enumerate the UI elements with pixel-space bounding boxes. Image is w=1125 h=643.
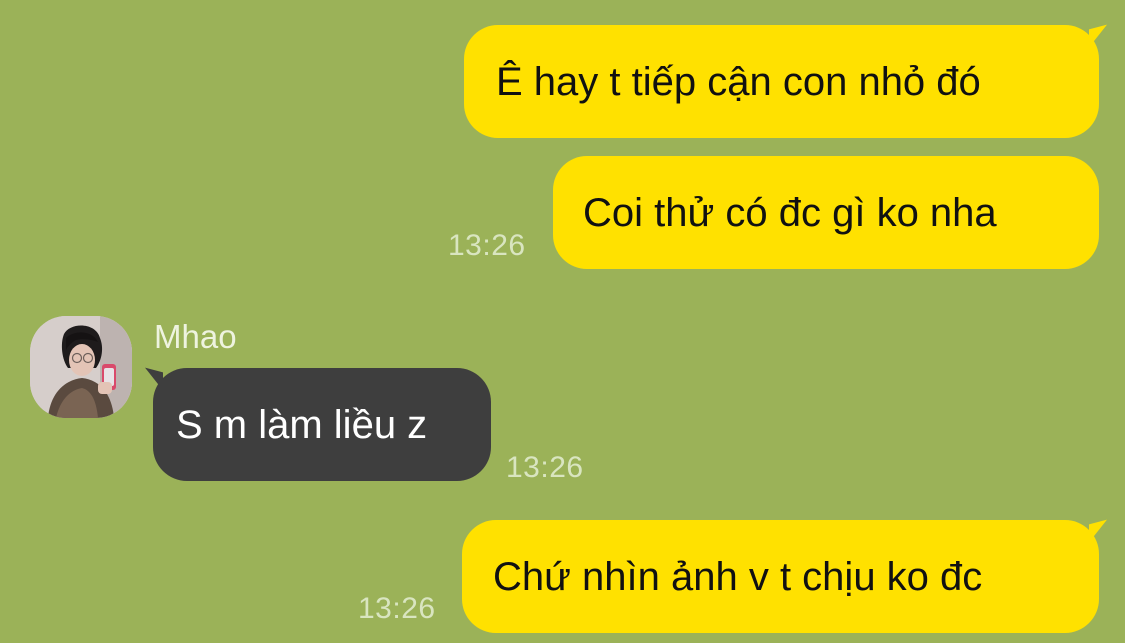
message-timestamp: 13:26 <box>358 592 436 625</box>
bubble-tail <box>1089 519 1107 543</box>
avatar-photo-icon <box>30 316 132 418</box>
message-timestamp: 13:26 <box>448 229 526 262</box>
message-text: S m làm liều z <box>176 402 428 447</box>
message-text: Coi thử có đc gì ko nha <box>583 190 997 235</box>
message-bubble-outgoing[interactable]: Ê hay t tiếp cận con nhỏ đó <box>464 24 1107 138</box>
bubble-tail <box>145 367 163 391</box>
message-bubble-outgoing[interactable]: Chứ nhìn ảnh v t chịu ko đc <box>462 519 1107 633</box>
message-text: Ê hay t tiếp cận con nhỏ đó <box>496 59 981 104</box>
message-bubble-outgoing[interactable]: Coi thử có đc gì ko nha <box>553 156 1099 269</box>
chat-thread: Ê hay t tiếp cận con nhỏ đó Coi thử có đ… <box>0 0 1125 643</box>
message-timestamp: 13:26 <box>506 451 584 484</box>
sender-avatar[interactable] <box>30 316 132 418</box>
sender-name: Mhao <box>154 318 237 355</box>
message-bubble-incoming[interactable]: S m làm liều z <box>145 367 491 481</box>
bubble-tail <box>1089 24 1107 48</box>
message-text: Chứ nhìn ảnh v t chịu ko đc <box>493 554 983 599</box>
